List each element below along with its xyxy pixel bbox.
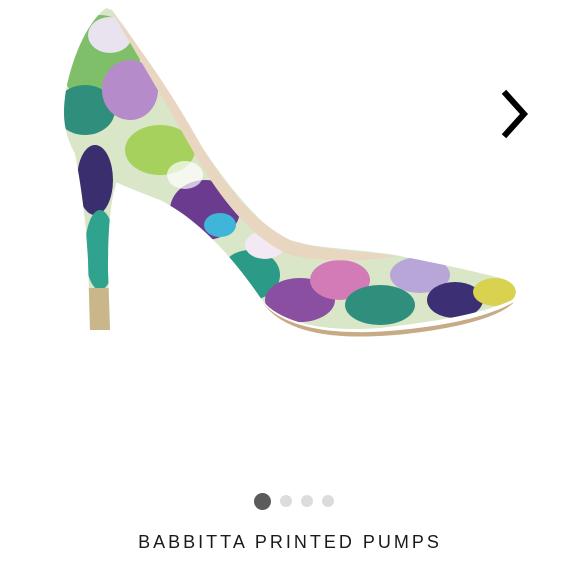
carousel-dot-3[interactable] bbox=[301, 495, 313, 507]
shoe-print bbox=[64, 8, 516, 337]
product-title: BABBITTA PRINTED PUMPS bbox=[138, 532, 442, 552]
product-page: BABBITTA PRINTED PUMPS bbox=[0, 0, 580, 580]
carousel-dot-2[interactable] bbox=[280, 495, 292, 507]
product-image[interactable] bbox=[0, 0, 580, 470]
chevron-right-icon[interactable] bbox=[496, 88, 536, 140]
carousel-dot-1[interactable] bbox=[254, 492, 271, 510]
carousel-dot-4[interactable] bbox=[322, 495, 334, 507]
carousel-dots bbox=[0, 491, 580, 511]
